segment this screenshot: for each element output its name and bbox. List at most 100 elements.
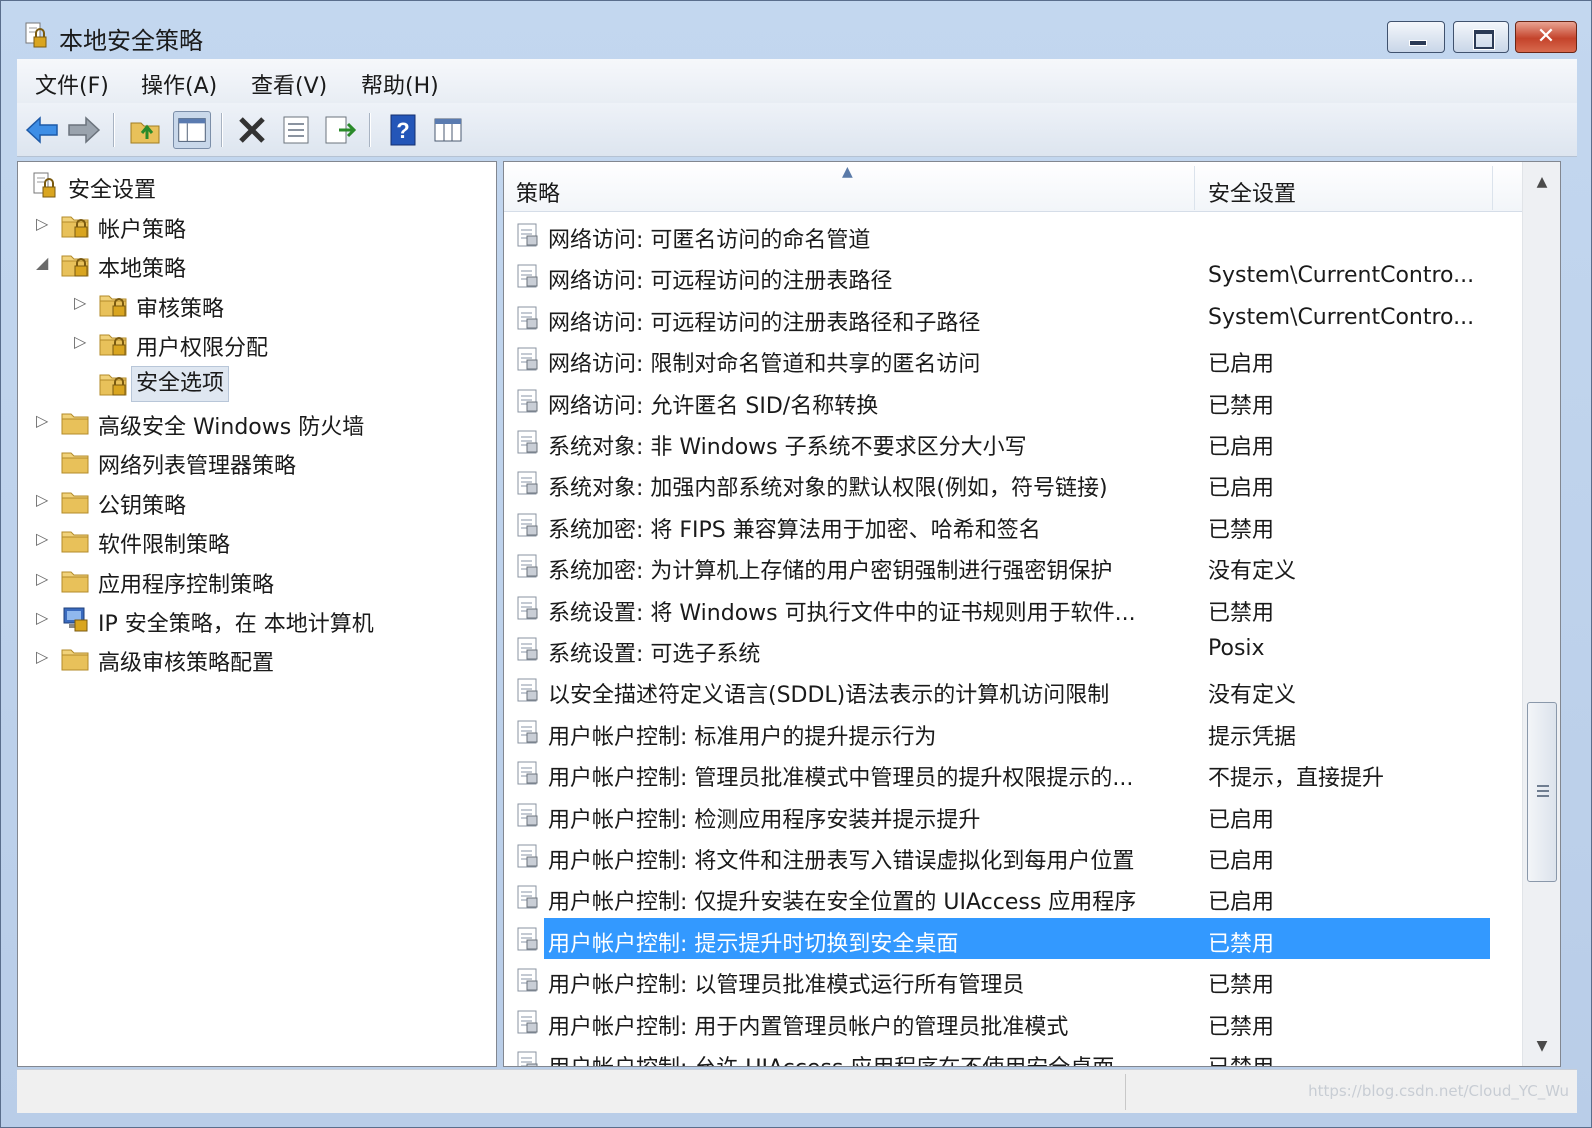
policy-row[interactable]: 以安全描述符定义语言(SDDL)语法表示的计算机访问限制 没有定义 xyxy=(504,669,1522,710)
console-tree[interactable]: 安全设置 ▷ 帐户策略 ◢ 本地策略 ▷ 审核策略 ▷ 用户权限分配 安全选项 ▷ 高级… xyxy=(17,161,497,1067)
up-folder-icon[interactable] xyxy=(127,111,165,149)
policy-setting-icon xyxy=(516,429,540,455)
show-hide-tree-icon[interactable] xyxy=(173,111,211,149)
expand-arrow-icon[interactable]: ▷ xyxy=(36,411,48,430)
back-icon[interactable] xyxy=(23,111,61,149)
expand-arrow-icon[interactable]: ▷ xyxy=(74,332,86,351)
policy-row[interactable]: 用户帐户控制: 检测应用程序安装并提示提升 已启用 xyxy=(504,794,1522,835)
policy-row[interactable]: 网络访问: 允许匿名 SID/名称转换 已禁用 xyxy=(504,380,1522,421)
policy-setting-icon xyxy=(516,553,540,579)
scroll-up-icon[interactable]: ▲ xyxy=(1523,164,1560,200)
policy-setting-icon xyxy=(516,636,540,662)
tree-item-advanced-audit-policy[interactable]: ▷ 高级审核策略配置 xyxy=(18,641,488,677)
expand-arrow-icon[interactable]: ▷ xyxy=(36,608,48,627)
tree-item-account-policies[interactable]: ▷ 帐户策略 xyxy=(18,208,488,244)
policy-row[interactable]: 系统设置: 可选子系统 Posix xyxy=(504,628,1522,669)
policy-row[interactable]: 用户帐户控制: 标准用户的提升提示行为 提示凭据 xyxy=(504,711,1522,752)
tree-item-ip-security-policies[interactable]: ▷ IP 安全策略，在 本地计算机 xyxy=(18,602,488,638)
menu-bar: 文件(F) 操作(A) 查看(V) 帮助(H) xyxy=(17,59,1577,103)
delete-icon[interactable] xyxy=(233,111,271,149)
folder-icon xyxy=(60,487,90,515)
column-header-policy[interactable]: 策略 xyxy=(516,176,560,208)
main-window: 本地安全策略 ✕ 文件(F) 操作(A) 查看(V) 帮助(H) ? 安全设置 … xyxy=(0,0,1592,1128)
policy-row[interactable]: 用户帐户控制: 允许 UIAccess 应用程序在不使用安全桌面... 已禁用 xyxy=(504,1042,1522,1066)
policy-name: 用户帐户控制: 以管理员批准模式运行所有管理员 xyxy=(548,973,1025,999)
security-setting-value: 已禁用 xyxy=(1208,931,1275,957)
expand-arrow-icon[interactable]: ▷ xyxy=(36,569,48,588)
tree-item-public-key-policies[interactable]: ▷ 公钥策略 xyxy=(18,484,488,520)
column-divider[interactable] xyxy=(1492,166,1493,210)
menu-help[interactable]: 帮助(H) xyxy=(361,68,439,100)
policy-row[interactable]: 系统加密: 将 FIPS 兼容算法用于加密、哈希和签名 已禁用 xyxy=(504,504,1522,545)
menu-view[interactable]: 查看(V) xyxy=(251,68,327,100)
tree-item-label: 用户权限分配 xyxy=(136,336,269,362)
policy-row[interactable]: 系统对象: 非 Windows 子系统不要求区分大小写 已启用 xyxy=(504,421,1522,462)
security-setting-value: 不提示，直接提升 xyxy=(1208,766,1385,792)
policy-setting-icon xyxy=(516,802,540,828)
status-bar: https://blog.csdn.net/Cloud_YC_Wu xyxy=(17,1069,1577,1113)
forward-icon[interactable] xyxy=(65,111,103,149)
policy-list[interactable]: ▲ 策略 安全设置 网络访问: 可匿名访问的命名管道 网络访问: 可远程访问的注… xyxy=(503,161,1561,1067)
columns-icon[interactable] xyxy=(429,111,467,149)
tree-root-security-settings[interactable]: 安全设置 xyxy=(26,168,486,204)
policy-name: 用户帐户控制: 用于内置管理员帐户的管理员批准模式 xyxy=(548,1014,1069,1040)
scrollbar-thumb[interactable] xyxy=(1527,702,1557,882)
tree-item-audit-policy[interactable]: ▷ 审核策略 xyxy=(18,287,488,323)
menu-file[interactable]: 文件(F) xyxy=(35,68,109,100)
grip-icon xyxy=(1537,785,1549,797)
close-icon: ✕ xyxy=(1536,24,1556,49)
policy-row[interactable]: 网络访问: 限制对命名管道和共享的匿名访问 已启用 xyxy=(504,338,1522,379)
policy-row[interactable]: 用户帐户控制: 将文件和注册表写入错误虚拟化到每用户位置 已启用 xyxy=(504,835,1522,876)
tree-item-security-options[interactable]: 安全选项 xyxy=(18,365,488,402)
column-divider[interactable] xyxy=(1194,166,1195,210)
policy-setting-icon xyxy=(516,967,540,993)
tree-item-application-control[interactable]: ▷ 应用程序控制策略 xyxy=(18,563,488,599)
menu-action[interactable]: 操作(A) xyxy=(141,68,217,100)
policy-row[interactable]: 用户帐户控制: 以管理员批准模式运行所有管理员 已禁用 xyxy=(504,959,1522,1000)
vertical-scrollbar[interactable]: ▲ ▼ xyxy=(1522,162,1560,1066)
policy-name: 系统对象: 加强内部系统对象的默认权限(例如，符号链接) xyxy=(548,476,1108,502)
policy-row[interactable]: 网络访问: 可远程访问的注册表路径和子路径 System\CurrentContr… xyxy=(504,297,1522,338)
expand-arrow-icon[interactable]: ▷ xyxy=(36,647,48,666)
policy-row[interactable]: 用户帐户控制: 用于内置管理员帐户的管理员批准模式 已禁用 xyxy=(504,1001,1522,1042)
policy-name: 网络访问: 可匿名访问的命名管道 xyxy=(548,228,871,253)
policy-row[interactable]: 用户帐户控制: 提示提升时切换到安全桌面 已禁用 xyxy=(504,917,1522,959)
policy-row[interactable]: 系统对象: 加强内部系统对象的默认权限(例如，符号链接) 已启用 xyxy=(504,462,1522,503)
policy-row[interactable]: 网络访问: 可匿名访问的命名管道 xyxy=(504,214,1522,255)
tree-item-software-restriction[interactable]: ▷ 软件限制策略 xyxy=(18,523,488,559)
tree-item-label: 高级审核策略配置 xyxy=(98,651,275,677)
tree-item-user-rights-assignment[interactable]: ▷ 用户权限分配 xyxy=(18,326,488,362)
security-setting-value: 已禁用 xyxy=(1208,600,1275,626)
tree-item-network-list-manager[interactable]: 网络列表管理器策略 xyxy=(18,444,488,480)
title-bar[interactable]: 本地安全策略 ✕ xyxy=(1,1,1591,59)
policy-row[interactable]: 用户帐户控制: 仅提升安装在安全位置的 UIAccess 应用程序 已启用 xyxy=(504,876,1522,917)
scroll-down-icon[interactable]: ▼ xyxy=(1523,1028,1560,1064)
properties-icon[interactable] xyxy=(277,111,315,149)
policy-setting-icon xyxy=(516,470,540,496)
column-header-security-setting[interactable]: 安全设置 xyxy=(1208,176,1296,208)
policy-folder-icon xyxy=(60,250,90,278)
expand-arrow-icon[interactable]: ▷ xyxy=(36,214,48,233)
help-icon[interactable]: ? xyxy=(383,111,421,149)
policy-name: 以安全描述符定义语言(SDDL)语法表示的计算机访问限制 xyxy=(548,683,1110,709)
policy-name: 系统设置: 将 Windows 可执行文件中的证书规则用于软件... xyxy=(548,600,1136,626)
policy-row[interactable]: 网络访问: 可远程访问的注册表路径 System\CurrentContro... xyxy=(504,255,1522,296)
expand-arrow-icon[interactable]: ▷ xyxy=(36,490,48,509)
close-button[interactable]: ✕ xyxy=(1515,21,1577,53)
minimize-button[interactable] xyxy=(1387,21,1445,53)
security-setting-value: 已禁用 xyxy=(1208,393,1275,419)
tree-item-local-policies[interactable]: ◢ 本地策略 xyxy=(18,247,488,283)
policy-setting-icon xyxy=(516,595,540,621)
collapse-arrow-icon[interactable]: ◢ xyxy=(36,253,48,272)
policy-setting-icon xyxy=(516,1009,540,1035)
expand-arrow-icon[interactable]: ▷ xyxy=(36,529,48,548)
toolbar-separator xyxy=(221,113,223,147)
policy-row[interactable]: 用户帐户控制: 管理员批准模式中管理员的提升权限提示的... 不提示，直接提升 xyxy=(504,752,1522,793)
policy-row[interactable]: 系统设置: 将 Windows 可执行文件中的证书规则用于软件... 已禁用 xyxy=(504,587,1522,628)
expand-arrow-icon[interactable]: ▷ xyxy=(74,293,86,312)
policy-setting-icon xyxy=(516,760,540,786)
export-icon[interactable] xyxy=(321,111,359,149)
tree-item-windows-firewall[interactable]: ▷ 高级安全 Windows 防火墙 xyxy=(18,405,488,441)
maximize-button[interactable] xyxy=(1453,21,1509,53)
policy-row[interactable]: 系统加密: 为计算机上存储的用户密钥强制进行强密钥保护 没有定义 xyxy=(504,545,1522,586)
